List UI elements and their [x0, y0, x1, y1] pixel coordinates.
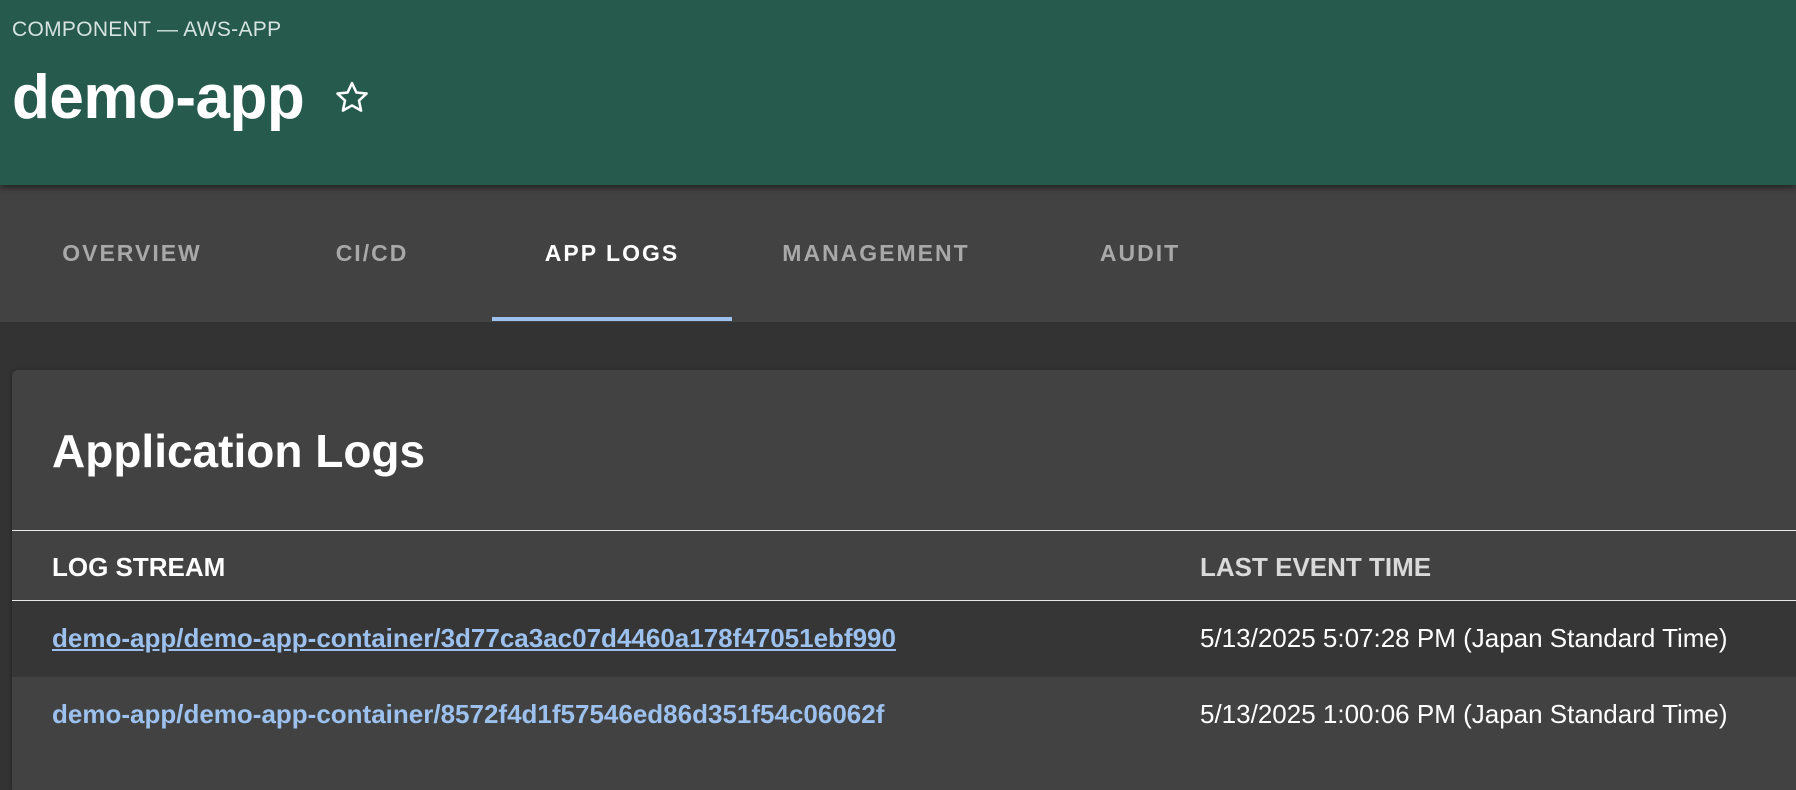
log-stream-link[interactable]: demo-app/demo-app-container/8572f4d1f575…	[52, 699, 884, 730]
entity-header: COMPONENT — AWS-APP demo-app	[0, 0, 1796, 185]
last-event-time: 5/13/2025 1:00:06 PM (Japan Standard Tim…	[1200, 699, 1728, 729]
tab-app-logs[interactable]: APP LOGS	[492, 185, 732, 322]
tab-ci-cd[interactable]: CI/CD	[322, 185, 422, 322]
last-event-time: 5/13/2025 5:07:28 PM (Japan Standard Tim…	[1200, 623, 1728, 653]
breadcrumb: COMPONENT — AWS-APP	[12, 18, 282, 41]
log-stream-link[interactable]: demo-app/demo-app-container/3d77ca3ac07d…	[52, 623, 896, 654]
page-title: demo-app	[12, 63, 305, 132]
tab-management[interactable]: MANAGEMENT	[772, 185, 980, 322]
favorite-button[interactable]	[330, 76, 374, 120]
table-divider	[12, 530, 1796, 531]
column-header-last-event-time[interactable]: LAST EVENT TIME	[1200, 552, 1431, 583]
table-row: demo-app/demo-app-container/3d77ca3ac07d…	[12, 601, 1796, 677]
column-header-log-stream[interactable]: LOG STREAM	[52, 552, 225, 583]
card-title: Application Logs	[52, 425, 426, 477]
star-outline-icon	[336, 81, 369, 112]
tab-audit[interactable]: AUDIT	[1090, 185, 1190, 322]
tab-overview[interactable]: OVERVIEW	[50, 185, 214, 322]
active-tab-indicator	[492, 317, 732, 321]
title-row: demo-app	[12, 62, 374, 133]
tab-bar: OVERVIEW CI/CD APP LOGS MANAGEMENT AUDIT	[0, 185, 1796, 322]
application-logs-card: Application Logs LOG STREAM LAST EVENT T…	[12, 370, 1796, 790]
table-row: demo-app/demo-app-container/8572f4d1f575…	[12, 677, 1796, 753]
